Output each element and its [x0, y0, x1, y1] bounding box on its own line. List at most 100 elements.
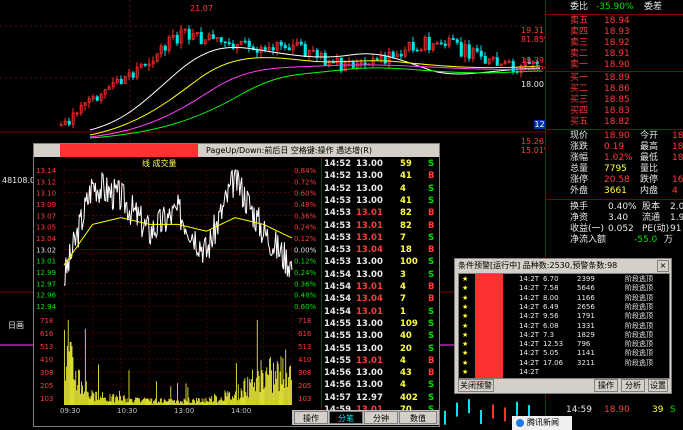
- alert-star-icon: ★: [462, 330, 469, 339]
- volume-bar: [143, 397, 145, 405]
- tab-ticks[interactable]: 分笔: [329, 411, 363, 424]
- price-axis-label: 13.14: [36, 167, 57, 175]
- alert-row[interactable]: ★ 14:2T 17.06 3211 阶段逃顶: [459, 359, 669, 368]
- volume-bar: [102, 398, 104, 405]
- tick-row[interactable]: 14:52 13.00 59 S: [322, 158, 439, 170]
- news-icon: [516, 419, 524, 427]
- volume-bar: [114, 402, 116, 405]
- tick-row[interactable]: 14:55 13.00 20 S: [322, 343, 439, 355]
- tick-row[interactable]: 14:52 13.00 4 S: [322, 183, 439, 195]
- tick-row[interactable]: 14:54 13.00 3 S: [322, 269, 439, 281]
- bg-volume-bar: [516, 401, 518, 416]
- fund-value: 91: [670, 224, 682, 234]
- tab-operate[interactable]: 操作: [294, 411, 328, 424]
- tick-row[interactable]: 14:54 13.04 7 B: [322, 293, 439, 305]
- settings-button[interactable]: 设置: [648, 379, 668, 392]
- alert-row[interactable]: ★ 14:2T 8.00 1166 阶段逃顶: [459, 294, 669, 303]
- volume-bar: [236, 400, 238, 405]
- alert-list[interactable]: ★ 14:2T 6.70 2399 阶段逃顶 ★ 14:2T 7.58 5646 阶段逃顶 ★ 14:…: [458, 273, 670, 379]
- volume-bar: [278, 391, 280, 405]
- volume-bar: [140, 402, 141, 405]
- tick-row[interactable]: 14:53 13.01 82 B: [322, 207, 439, 219]
- tick-row[interactable]: 14:56 13.00 43 B: [322, 367, 439, 379]
- volume-bar: [218, 400, 220, 405]
- alert-condition: 阶段逃顶: [625, 349, 653, 358]
- tick-detail-window[interactable]: PageUp/Down:前后日 空格键:操作 遇达增(R) 线 成交量 13.1…: [33, 143, 440, 427]
- volume-bar: [123, 395, 125, 405]
- volume-bar: [119, 390, 120, 405]
- stat-label: 最高: [640, 142, 659, 152]
- volume-bar: [97, 399, 99, 405]
- volume-bar: [145, 398, 147, 405]
- alert-condition: 阶段逃顶: [625, 302, 653, 311]
- volume-bar: [87, 392, 89, 405]
- analysis-button[interactable]: 分析: [621, 379, 645, 392]
- alert-row[interactable]: ★ 14:2T 12.53 796 阶段逃顶: [459, 340, 669, 349]
- tick-volume: 59: [400, 159, 412, 169]
- volume-bar: [121, 400, 123, 405]
- alert-row[interactable]: ★ 14:2T 5.05 1141 阶段逃顶: [459, 349, 669, 358]
- tab-minutes[interactable]: 分钟: [364, 411, 398, 424]
- bid-row: 买一 18.89: [546, 73, 683, 84]
- volume-bar: [282, 357, 284, 405]
- volume-bar: [67, 320, 69, 405]
- tick-row[interactable]: 14:53 13.00 41 S: [322, 195, 439, 207]
- volume-bar: [177, 383, 178, 405]
- price-axis-label: 13.04: [36, 235, 57, 243]
- volume-bar: [100, 396, 101, 405]
- tick-row[interactable]: 14:52 13.00 41 B: [322, 170, 439, 182]
- tick-row[interactable]: 14:53 13.01 82 B: [322, 220, 439, 232]
- close-icon[interactable]: ×: [657, 260, 669, 272]
- volume-bar: [191, 402, 193, 405]
- candle-body: [475, 48, 479, 52]
- alert-row[interactable]: ★ 14:2T 6.49 2656 阶段逃顶: [459, 303, 669, 312]
- tick-price: 13.01: [356, 306, 383, 317]
- alert-row[interactable]: ★ 14:2T: [459, 368, 669, 377]
- volume-bar: [198, 398, 200, 405]
- tick-list[interactable]: 14:52 13.00 59 S 14:52 13.00 41 B 14:52 13.00 4 S 14…: [321, 158, 439, 415]
- alert-star-icon: ★: [462, 340, 469, 349]
- volume-bar: [271, 370, 272, 405]
- tick-flag: S: [428, 392, 435, 403]
- tick-row[interactable]: 14:55 13.00 40 S: [322, 330, 439, 342]
- alert-row[interactable]: ★ 14:2T 7.58 5646 阶段逃顶: [459, 284, 669, 293]
- tick-row[interactable]: 14:55 13.01 4 B: [322, 355, 439, 367]
- tick-flag: S: [428, 380, 435, 391]
- close-alert-button[interactable]: 关闭预警: [458, 379, 494, 392]
- volume-bar: [254, 391, 256, 405]
- tick-row[interactable]: 14:54 13.01 4 B: [322, 281, 439, 293]
- action-button[interactable]: 操作: [594, 379, 618, 392]
- order-ratio-row: 委比 -35.90% 委差: [570, 2, 663, 12]
- volume-axis-label: 308: [40, 369, 53, 377]
- tick-flag: B: [428, 208, 435, 219]
- condition-alert-window[interactable]: 条件预警[运行中] 品种数:2530,预警条数:98 × ★ 14:2T 6.70 2…: [454, 258, 672, 394]
- tick-row[interactable]: 14:53 13.00 100 S: [322, 256, 439, 268]
- tick-row[interactable]: 14:54 13.01 1 S: [322, 306, 439, 318]
- indicator-tab[interactable]: 日画: [8, 320, 24, 331]
- tick-flag: S: [428, 183, 435, 194]
- tab-values[interactable]: 数值: [399, 411, 437, 424]
- tick-row[interactable]: 14:53 13.01 7 S: [322, 232, 439, 244]
- alert-row[interactable]: ★ 14:2T 7.3 1829 阶段逃顶: [459, 331, 669, 340]
- tick-price: 13.00: [356, 183, 383, 194]
- volume-bar: [263, 388, 265, 405]
- volume-bar: [209, 397, 211, 405]
- tick-row[interactable]: 14:56 13.00 4 S: [322, 379, 439, 391]
- volume-bar: [178, 403, 180, 405]
- volume-bar: [162, 402, 164, 405]
- alert-row[interactable]: ★ 14:2T 6.70 2399 阶段逃顶: [459, 275, 669, 284]
- tick-row[interactable]: 14:53 13.04 18 B: [322, 244, 439, 256]
- tick-window-titlebar[interactable]: PageUp/Down:前后日 空格键:操作 遇达增(R): [34, 144, 439, 157]
- volume-bar: [65, 366, 67, 405]
- volume-bar: [64, 329, 65, 405]
- news-popup[interactable]: 腾讯新闻: [512, 416, 572, 430]
- tick-row[interactable]: 14:55 13.00 109 S: [322, 318, 439, 330]
- alert-row[interactable]: ★ 14:2T 6.08 1331 阶段逃顶: [459, 322, 669, 331]
- volume-bar: [135, 397, 137, 405]
- bg-volume-bar: [444, 410, 446, 425]
- tick-flag: B: [428, 245, 435, 256]
- tick-flag: B: [428, 220, 435, 231]
- alert-row[interactable]: ★ 14:2T 9.56 1791 阶段逃顶: [459, 312, 669, 321]
- volume-bar: [111, 396, 113, 405]
- tick-row[interactable]: 14:57 12.97 402 S: [322, 392, 439, 404]
